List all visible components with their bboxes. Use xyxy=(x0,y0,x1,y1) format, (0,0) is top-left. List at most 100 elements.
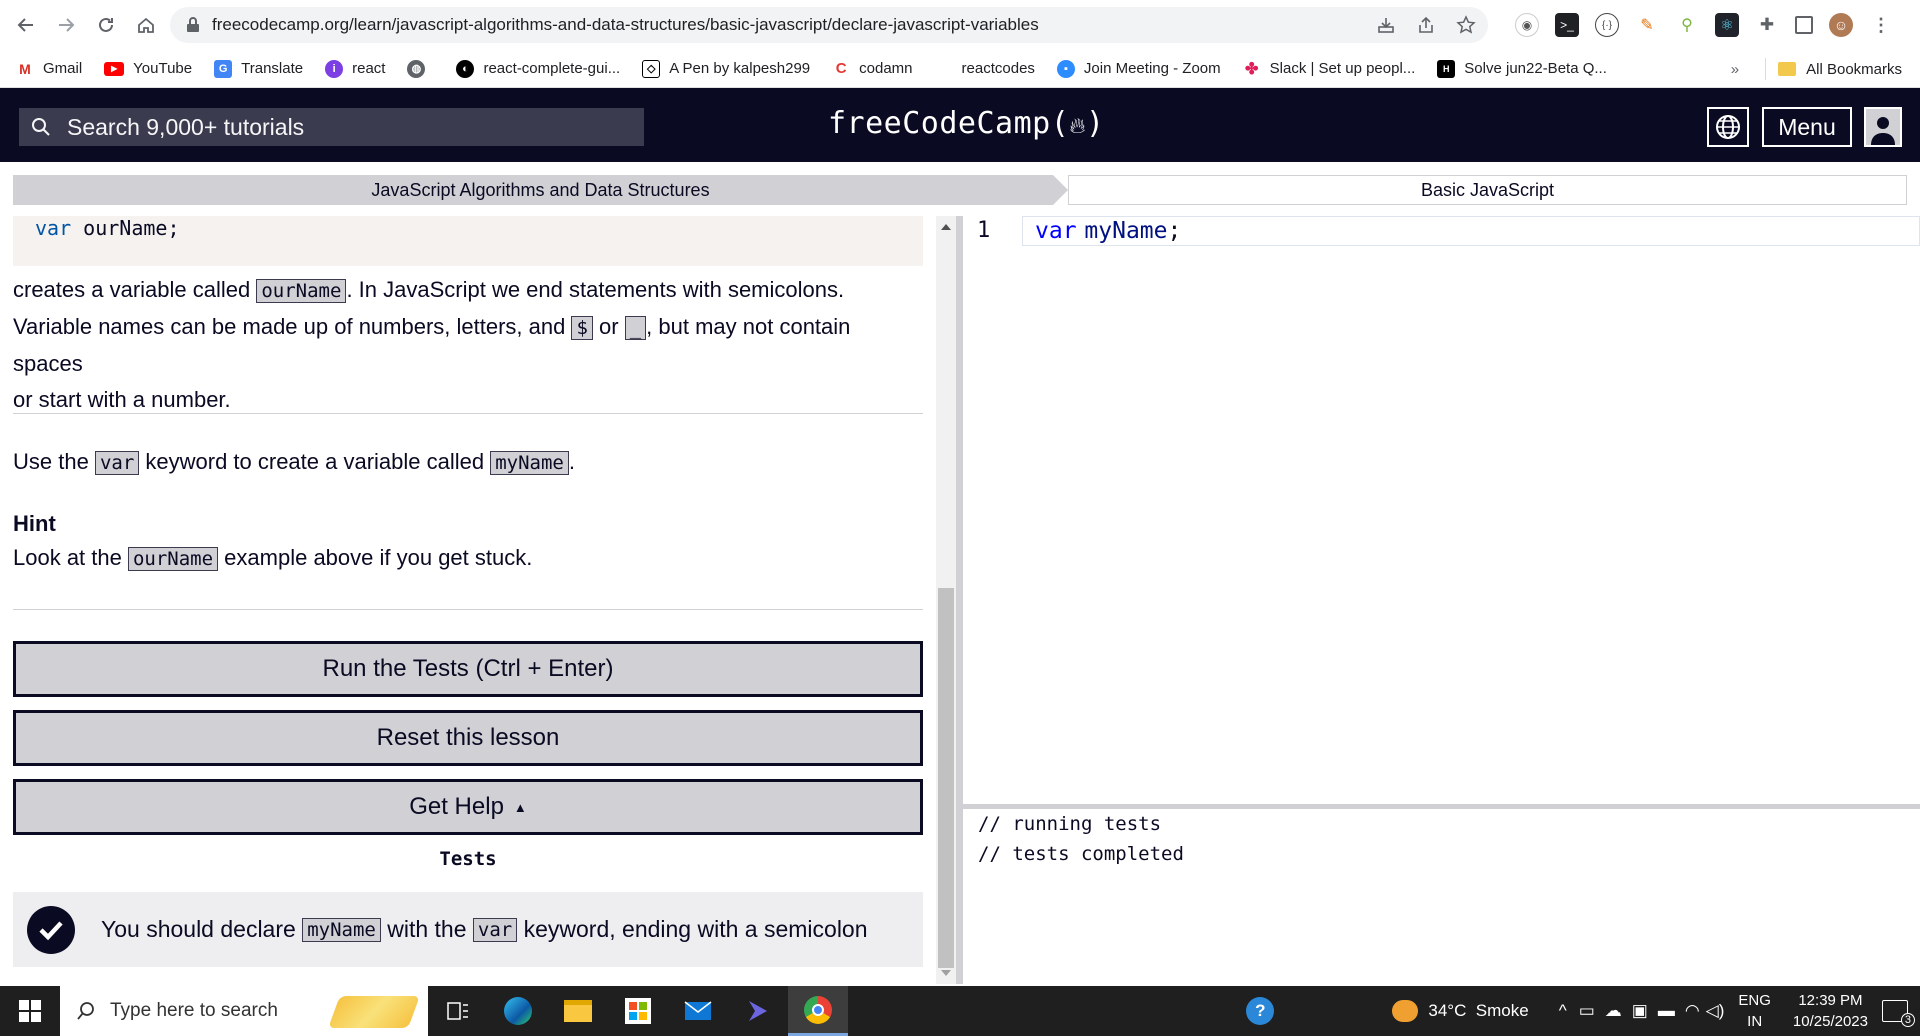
search-input[interactable]: Search 9,000+ tutorials xyxy=(19,108,644,146)
extension-key-icon[interactable]: ⚲ xyxy=(1675,13,1699,37)
bookmark-slack[interactable]: ✤ Slack | Set up peopl... xyxy=(1242,59,1415,78)
weather-text[interactable]: 34°C Smoke xyxy=(1428,1001,1528,1021)
wifi-icon[interactable]: ◠ xyxy=(1685,1001,1700,1021)
fcc-logo[interactable]: freeCodeCamp(🔥︎) xyxy=(828,106,1105,141)
console-line: // tests completed xyxy=(978,843,1184,865)
globe-language-icon xyxy=(1716,115,1740,139)
test-result-item: You should declare myName with the var k… xyxy=(13,892,923,967)
mail-icon[interactable] xyxy=(668,986,728,1036)
input-language[interactable]: ENG IN xyxy=(1738,990,1771,1032)
scroll-up-arrow-icon[interactable] xyxy=(941,224,951,230)
url-text: freecodecamp.org/learn/javascript-algori… xyxy=(212,15,1039,34)
hint-title: Hint xyxy=(13,511,56,536)
forward-button[interactable] xyxy=(46,5,86,45)
extensions-row: ◉ >_ {·} ✎ ⚲ ⚛ ✚ ☺ ⋮ xyxy=(1515,10,1893,40)
check-circle-icon xyxy=(27,905,75,954)
bookmark-zoom[interactable]: ▪ Join Meeting - Zoom xyxy=(1056,59,1221,78)
edge-browser-icon[interactable] xyxy=(488,986,548,1036)
bookmark-star-icon[interactable] xyxy=(1456,15,1476,35)
side-panel-icon[interactable] xyxy=(1795,16,1813,34)
extension-code-icon[interactable]: {·} xyxy=(1595,13,1619,37)
notification-center-icon[interactable]: 3 xyxy=(1882,1000,1915,1027)
get-help-button[interactable]: Get Help ▲ xyxy=(13,779,923,835)
system-clock[interactable]: 12:39 PM 10/25/2023 xyxy=(1793,990,1868,1032)
run-tests-button[interactable]: Run the Tests (Ctrl + Enter) xyxy=(13,641,923,697)
menu-button[interactable]: Menu xyxy=(1762,107,1852,147)
display-icon[interactable]: ▣ xyxy=(1632,1001,1648,1021)
extension-colorpick-icon[interactable]: ✎ xyxy=(1635,13,1659,37)
home-button[interactable] xyxy=(126,5,166,45)
extension-owl-icon[interactable]: ◉ xyxy=(1515,13,1539,37)
taskbar-search-box[interactable]: Type here to search xyxy=(60,986,428,1036)
instructions-paragraph: Use the var keyword to create a variable… xyxy=(13,449,575,475)
pane-resize-handle[interactable] xyxy=(956,216,963,984)
bookmark-gmail[interactable]: M Gmail xyxy=(16,59,82,78)
extension-terminal-icon[interactable]: >_ xyxy=(1555,13,1579,37)
bookmark-youtube[interactable]: ▶ YouTube xyxy=(104,60,192,77)
system-tray: ? 34°C Smoke ^ ▭ ☁ ▣ ▬ ◠ ◁) ENG IN 12:39… xyxy=(1246,986,1920,1036)
windows-taskbar: Type here to search ? 34°C Smoke ^ ▭ ☁ ▣… xyxy=(0,986,1920,1036)
codepen-icon: ◇ xyxy=(642,59,661,78)
instructions-scrollbar[interactable] xyxy=(936,216,956,984)
bookmarks-separator xyxy=(1765,58,1767,80)
help-icon[interactable]: ? xyxy=(1246,997,1275,1025)
scroll-down-arrow-icon[interactable] xyxy=(941,970,951,976)
inline-code: ourName xyxy=(256,279,347,303)
instructions-pane: var ourName; creates a variable called o… xyxy=(0,216,936,984)
editor-line-1[interactable]: var myName; xyxy=(1022,216,1920,246)
bookmark-reactcodes[interactable]: reactcodes xyxy=(934,59,1035,78)
inline-code: _ xyxy=(624,316,647,340)
gmail-icon: M xyxy=(16,59,34,78)
react-bookmark-icon: i xyxy=(325,59,344,78)
all-bookmarks-button[interactable]: All Bookmarks xyxy=(1806,61,1902,78)
translate-icon: G xyxy=(214,59,233,78)
power-automate-icon[interactable] xyxy=(728,986,788,1036)
scrollbar-thumb[interactable] xyxy=(938,588,954,968)
chrome-menu-icon[interactable]: ⋮ xyxy=(1869,13,1893,37)
address-bar[interactable]: freecodecamp.org/learn/javascript-algori… xyxy=(170,7,1488,43)
reload-icon xyxy=(99,17,113,32)
file-explorer-icon[interactable] xyxy=(548,986,608,1036)
more-bookmarks-button[interactable]: » xyxy=(1731,61,1739,78)
bookmark-codamn[interactable]: Ccodamn xyxy=(832,59,913,78)
hackerearth-icon: H xyxy=(1437,59,1456,78)
zoom-icon: ▪ xyxy=(1056,59,1075,78)
show-hidden-icons-icon[interactable]: ^ xyxy=(1559,1001,1567,1021)
user-avatar[interactable] xyxy=(1864,107,1902,147)
inline-code: $ xyxy=(571,316,593,340)
task-view-icon[interactable] xyxy=(428,986,488,1036)
breadcrumb-superblock[interactable]: JavaScript Algorithms and Data Structure… xyxy=(13,175,1068,205)
console-line: // running tests xyxy=(978,813,1162,835)
extensions-puzzle-icon[interactable]: ✚ xyxy=(1755,13,1779,37)
extension-react-devtools-icon[interactable]: ⚛ xyxy=(1715,13,1739,37)
reset-lesson-button[interactable]: Reset this lesson xyxy=(13,710,923,766)
breadcrumb-block[interactable]: Basic JavaScript xyxy=(1068,175,1907,205)
install-app-icon[interactable] xyxy=(1376,15,1396,35)
bookmark-codepen[interactable]: ◇ A Pen by kalpesh299 xyxy=(642,59,810,78)
github-icon: ◐ xyxy=(456,59,475,78)
volume-icon[interactable]: ◁) xyxy=(1706,1001,1725,1021)
start-button[interactable] xyxy=(0,986,60,1036)
weather-icon[interactable] xyxy=(1392,1000,1419,1022)
bookmark-github[interactable]: ◐ react-complete-gui... xyxy=(456,59,620,78)
bookmark-react[interactable]: i react xyxy=(325,59,385,78)
battery-icon[interactable]: ▬ xyxy=(1658,1001,1675,1021)
share-icon[interactable] xyxy=(1416,15,1436,35)
bookmark-translate[interactable]: G Translate xyxy=(214,59,303,78)
microsoft-store-icon[interactable] xyxy=(608,986,668,1036)
bookmark-hackerearth[interactable]: H Solve jun22-Beta Q... xyxy=(1437,59,1607,78)
code-editor[interactable]: 1 var myName; xyxy=(963,216,1920,804)
meet-now-icon[interactable]: ▭ xyxy=(1579,1001,1595,1021)
taskbar-search-placeholder: Type here to search xyxy=(110,1000,278,1021)
reload-button[interactable] xyxy=(86,5,126,45)
fcc-navbar: Search 9,000+ tutorials freeCodeCamp(🔥︎)… xyxy=(0,88,1920,162)
bookmark-globe[interactable]: ◍ xyxy=(407,59,434,78)
caret-up-icon: ▲ xyxy=(513,799,527,815)
back-button[interactable] xyxy=(6,5,46,45)
onedrive-icon[interactable]: ☁ xyxy=(1605,1001,1622,1021)
language-button[interactable] xyxy=(1707,107,1749,147)
youtube-icon: ▶ xyxy=(104,61,125,76)
slack-icon: ✤ xyxy=(1242,59,1261,78)
chrome-taskbar-icon[interactable] xyxy=(788,986,848,1036)
profile-avatar-icon[interactable]: ☺ xyxy=(1829,13,1853,37)
